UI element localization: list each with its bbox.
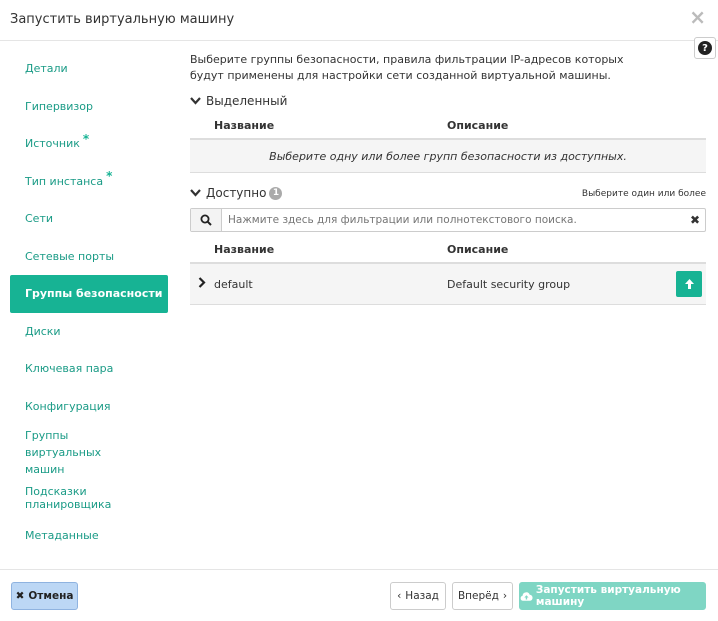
- sidebar-item-label: Группы безопасности: [25, 287, 163, 301]
- wizard-sidebar: Детали Гипервизор Источник * Тип инстанса…: [10, 50, 168, 554]
- dialog-title: Запустить виртуальную машину: [10, 12, 235, 27]
- search-input[interactable]: [222, 209, 685, 231]
- sidebar-item-hypervisor[interactable]: Гипервизор: [10, 88, 168, 126]
- sidebar-item-network-ports[interactable]: Сетевые порты: [10, 238, 168, 276]
- next-label: Вперёд: [457, 590, 499, 602]
- step-description: Выберите группы безопасности, правила фи…: [190, 53, 624, 82]
- dialog-footer: ✖ Отмена ‹ Назад Вперёд › Запустить вирт…: [0, 569, 718, 621]
- available-table-header: Название Описание: [190, 236, 706, 264]
- column-header-name: Название: [214, 242, 275, 256]
- chevron-down-icon: [190, 186, 202, 200]
- dialog-header: Запустить виртуальную машину ×: [0, 0, 718, 41]
- required-marker: *: [106, 169, 113, 184]
- chevron-left-icon: ‹: [397, 590, 402, 602]
- available-title: Доступно: [206, 186, 267, 200]
- allocated-title: Выделенный: [206, 94, 288, 108]
- allocated-section-toggle[interactable]: Выделенный: [190, 92, 706, 110]
- sidebar-item-details[interactable]: Детали: [10, 50, 168, 88]
- back-button[interactable]: ‹ Назад: [390, 582, 446, 610]
- sidebar-item-scheduler-hints[interactable]: Подсказки планировщика: [10, 479, 168, 517]
- sidebar-item-networks[interactable]: Сети: [10, 200, 168, 238]
- available-section-toggle[interactable]: Доступно 1 Выберите один или более: [190, 184, 706, 202]
- next-button[interactable]: Вперёд ›: [452, 582, 513, 610]
- available-count-badge: 1: [269, 186, 283, 200]
- table-row: default Default security group: [190, 264, 706, 305]
- arrow-up-icon: [684, 279, 694, 289]
- sidebar-item-label: Диски: [25, 324, 61, 338]
- column-header-description: Описание: [447, 118, 509, 132]
- sidebar-item-label: Детали: [25, 62, 68, 76]
- allocated-empty-message: Выберите одну или более групп безопаснос…: [190, 140, 706, 173]
- sidebar-item-label: Сети: [25, 212, 54, 226]
- chevron-down-icon: [190, 94, 202, 108]
- sidebar-item-label: Тип инстанса: [25, 174, 104, 188]
- expand-row-chevron-icon[interactable]: [190, 277, 214, 291]
- row-name: default: [214, 277, 253, 291]
- sidebar-item-metadata[interactable]: Метаданные: [10, 517, 168, 555]
- sidebar-item-label: Конфигурация: [25, 399, 111, 413]
- sidebar-item-source[interactable]: Источник *: [10, 125, 168, 163]
- cancel-label: Отмена: [28, 590, 74, 602]
- launch-label: Запустить виртуальную машину: [535, 584, 681, 608]
- back-label: Назад: [405, 590, 439, 602]
- launch-instance-button[interactable]: Запустить виртуальную машину: [519, 582, 706, 610]
- sidebar-item-label: Метаданные: [25, 528, 99, 542]
- row-description: Default security group: [447, 277, 571, 291]
- close-icon[interactable]: ×: [689, 7, 706, 27]
- allocate-button[interactable]: [676, 271, 702, 297]
- sidebar-item-volumes[interactable]: Диски: [10, 313, 168, 351]
- sidebar-item-key-pair[interactable]: Ключевая пара: [10, 350, 168, 388]
- select-hint: Выберите один или более: [581, 189, 706, 199]
- sidebar-item-security-groups[interactable]: Группы безопасности: [10, 275, 168, 313]
- column-header-description: Описание: [447, 242, 509, 256]
- sidebar-item-label: Источник: [25, 137, 80, 151]
- security-groups-panel: Выберите группы безопасности, правила фи…: [190, 52, 706, 305]
- column-header-name: Название: [214, 118, 275, 132]
- sidebar-item-server-groups[interactable]: Группы виртуальных машин: [10, 425, 168, 479]
- sidebar-item-label: Гипервизор: [25, 99, 93, 113]
- sidebar-item-configuration[interactable]: Конфигурация: [10, 388, 168, 426]
- close-icon: ✖: [15, 590, 25, 602]
- allocated-table-header: Название Описание: [190, 112, 706, 140]
- clear-search-icon[interactable]: ✖: [685, 209, 705, 231]
- required-marker: *: [82, 131, 90, 146]
- sidebar-item-label: Подсказки планировщика: [25, 484, 112, 511]
- sidebar-item-label: Сетевые порты: [25, 249, 115, 263]
- sidebar-item-flavor[interactable]: Тип инстанса *: [10, 163, 168, 201]
- cancel-button[interactable]: ✖ Отмена: [11, 582, 78, 610]
- sidebar-item-label: Ключевая пара: [25, 362, 114, 376]
- search-icon: [191, 209, 222, 231]
- cloud-upload-icon: [520, 591, 533, 601]
- filter-search-bar[interactable]: ✖: [190, 208, 706, 232]
- sidebar-item-label: Группы виртуальных машин: [25, 428, 102, 476]
- chevron-right-icon: ›: [502, 590, 508, 602]
